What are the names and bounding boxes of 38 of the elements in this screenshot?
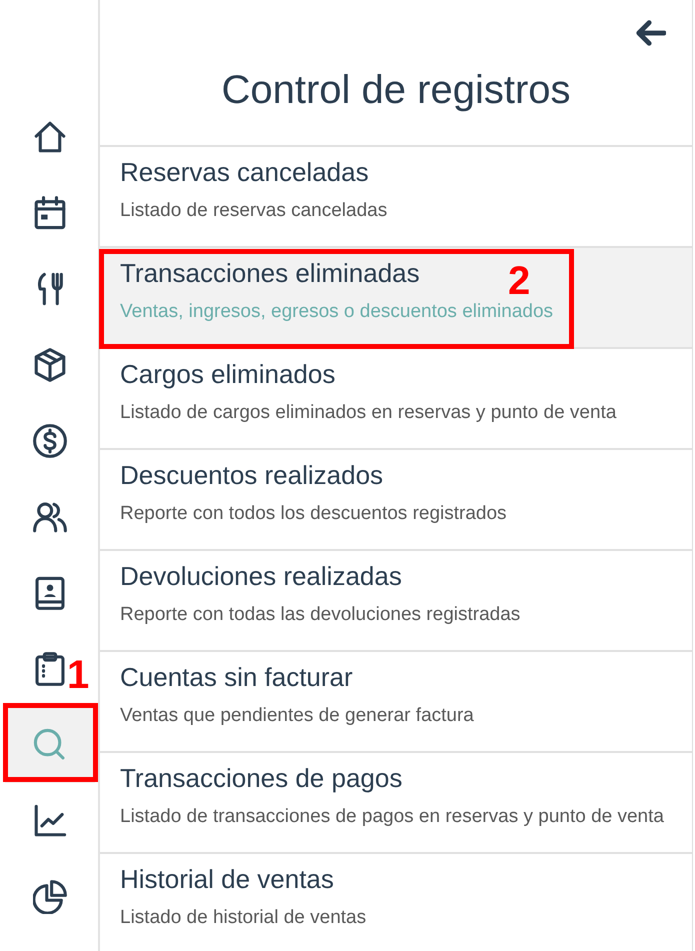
report-description: Listado de transacciones de pagos en reservas y punto de venta (120, 805, 664, 829)
report-title: Transacciones eliminadas (120, 258, 420, 288)
users-icon (33, 500, 67, 534)
line-chart-icon (33, 804, 67, 838)
report-list-item[interactable]: Transacciones eliminadas Ventas, ingresos, egresos o descuentos eliminados 2 (100, 248, 692, 349)
calendar-icon (33, 196, 67, 230)
report-title: Devoluciones realizadas (120, 561, 402, 591)
report-list-item[interactable]: Cuentas sin facturar Ventas que pendientes de generar factura (100, 652, 692, 753)
report-description: Listado de reservas canceladas (120, 199, 388, 223)
annotation-number: 2 (508, 261, 530, 301)
contact-book-icon (33, 576, 67, 610)
clipboard-icon (33, 652, 67, 686)
pie-chart-icon (33, 880, 67, 914)
panel-title: Control de registros (221, 67, 571, 113)
report-description: Reporte con todas las devoluciones registradas (120, 603, 520, 627)
report-list-item[interactable]: Cargos eliminados Listado de cargos eliminados en reservas y punto de venta (100, 349, 692, 450)
report-list-item[interactable]: Descuentos realizados Reporte con todos los descuentos registrados (100, 450, 692, 551)
report-list-item[interactable]: Historial de ventas Listado de historial de ventas (100, 854, 692, 951)
annotation-number: 1 (67, 655, 90, 695)
report-list-item[interactable]: Transacciones de pagos Listado de transacciones de pagos en reservas y punto de venta (100, 753, 692, 854)
report-description: Ventas que pendientes de generar factura (120, 704, 474, 728)
report-title: Transacciones de pagos (120, 763, 402, 793)
back-arrow-icon (636, 18, 666, 48)
report-title: Cuentas sin facturar (120, 662, 353, 692)
back-button[interactable] (636, 18, 666, 48)
report-title: Reservas canceladas (120, 157, 369, 187)
home-icon (33, 120, 67, 154)
dollar-coin-icon (33, 424, 67, 458)
search-icon (33, 728, 67, 762)
report-description: Listado de cargos eliminados en reservas y punto de venta (120, 401, 616, 425)
report-list-item[interactable]: Devoluciones realizadas Reporte con todas las devoluciones registradas (100, 551, 692, 652)
box-icon (33, 348, 67, 382)
report-title: Historial de ventas (120, 864, 334, 894)
report-description: Listado de historial de ventas (120, 906, 366, 930)
report-description: Reporte con todos los descuentos registrados (120, 502, 507, 526)
report-title: Cargos eliminados (120, 359, 336, 389)
report-description: Ventas, ingresos, egresos o descuentos eliminados (120, 300, 554, 324)
report-title: Descuentos realizados (120, 460, 384, 490)
